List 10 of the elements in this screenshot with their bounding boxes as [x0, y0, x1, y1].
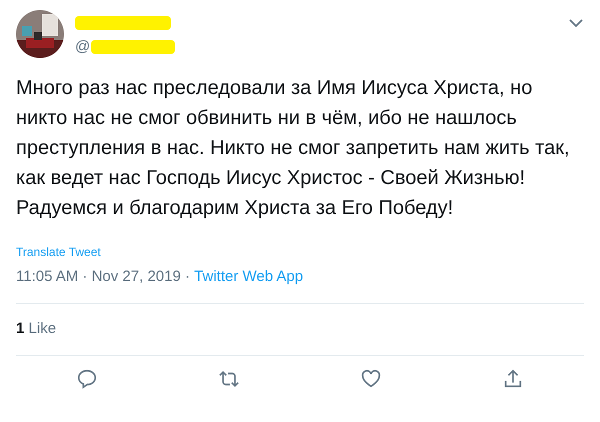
share-icon[interactable]: [502, 368, 524, 390]
timestamp: 11:05 AM · Nov 27, 2019 ·: [16, 266, 191, 286]
handle-prefix: @: [75, 37, 90, 57]
source-link[interactable]: Twitter Web App: [194, 266, 304, 288]
like-icon[interactable]: [360, 368, 382, 390]
reply-icon[interactable]: [76, 368, 98, 390]
chevron-down-icon[interactable]: [568, 18, 584, 28]
like-count[interactable]: 1 Like: [16, 320, 56, 337]
tweet-text: Много раз нас преследовали за Имя Иисуса Христа, но никто нас не смог обвинить ни в чём, ибо не нашлось преступления в нас. Никто не смог запретить нам жить так, как ведет нас Господь Иисус Христос - Своей Жизнью! Радуемся и благодарим Христа за Его Победу!: [16, 76, 571, 220]
translate-link[interactable]: Translate Tweet: [16, 244, 101, 258]
